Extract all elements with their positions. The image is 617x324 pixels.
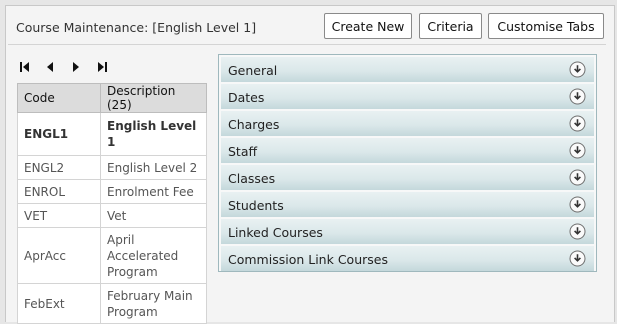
section-label: Dates	[228, 90, 265, 105]
section-label: Staff	[228, 144, 258, 159]
section-general[interactable]: General	[221, 57, 594, 82]
section-students[interactable]: Students	[221, 192, 594, 217]
course-description: February Main Program	[100, 283, 207, 324]
expand-icon[interactable]	[569, 250, 586, 267]
previous-page-icon[interactable]	[42, 59, 58, 75]
next-page-icon[interactable]	[68, 59, 84, 75]
expand-icon[interactable]	[569, 142, 586, 159]
last-page-icon[interactable]	[94, 59, 110, 75]
section-label: Commission Link Courses	[228, 252, 388, 267]
table-row[interactable]: ENGL2 English Level 2	[17, 155, 207, 180]
course-table: Code Description (25) ENGL1 English Leve…	[17, 83, 207, 324]
page-title: Course Maintenance: [English Level 1]	[16, 20, 257, 35]
section-label: Linked Courses	[228, 225, 323, 240]
course-description: Enrolment Fee	[100, 179, 207, 204]
table-row[interactable]: AprAcc April Accelerated Program	[17, 227, 207, 284]
header-divider	[8, 44, 606, 45]
course-code: AprAcc	[17, 227, 101, 284]
section-label: Classes	[228, 171, 276, 186]
course-description: April Accelerated Program	[100, 227, 207, 284]
section-dates[interactable]: Dates	[221, 84, 594, 109]
section-commission-link-courses[interactable]: Commission Link Courses	[221, 246, 594, 271]
table-row[interactable]: VET Vet	[17, 203, 207, 228]
course-description: Vet	[100, 203, 207, 228]
expand-icon[interactable]	[569, 88, 586, 105]
table-row[interactable]: ENGL1 English Level 1	[17, 112, 207, 156]
section-label: Charges	[228, 117, 280, 132]
course-code: VET	[17, 203, 101, 228]
section-accordion: General Dates Charges Staff Classes Stud…	[218, 54, 597, 272]
customise-tabs-button[interactable]: Customise Tabs	[488, 13, 604, 39]
table-row[interactable]: FebExt February Main Program	[17, 283, 207, 324]
expand-icon[interactable]	[569, 196, 586, 213]
create-new-button[interactable]: Create New	[324, 13, 412, 39]
course-code: ENROL	[17, 179, 101, 204]
expand-icon[interactable]	[569, 169, 586, 186]
table-row[interactable]: ENROL Enrolment Fee	[17, 179, 207, 204]
course-code: ENGL2	[17, 155, 101, 180]
section-classes[interactable]: Classes	[221, 165, 594, 190]
expand-icon[interactable]	[569, 223, 586, 240]
section-charges[interactable]: Charges	[221, 111, 594, 136]
column-header-description[interactable]: Description (25)	[100, 83, 207, 113]
criteria-button[interactable]: Criteria	[419, 13, 482, 39]
section-staff[interactable]: Staff	[221, 138, 594, 163]
first-page-icon[interactable]	[17, 59, 33, 75]
course-description: English Level 2	[100, 155, 207, 180]
section-label: Students	[228, 198, 284, 213]
table-header-row: Code Description (25)	[17, 83, 207, 113]
section-label: General	[228, 63, 278, 78]
column-header-code[interactable]: Code	[17, 83, 101, 113]
expand-icon[interactable]	[569, 115, 586, 132]
expand-icon[interactable]	[569, 61, 586, 78]
course-code: FebExt	[17, 283, 101, 324]
course-code: ENGL1	[17, 112, 101, 156]
section-linked-courses[interactable]: Linked Courses	[221, 219, 594, 244]
course-description: English Level 1	[100, 112, 207, 156]
